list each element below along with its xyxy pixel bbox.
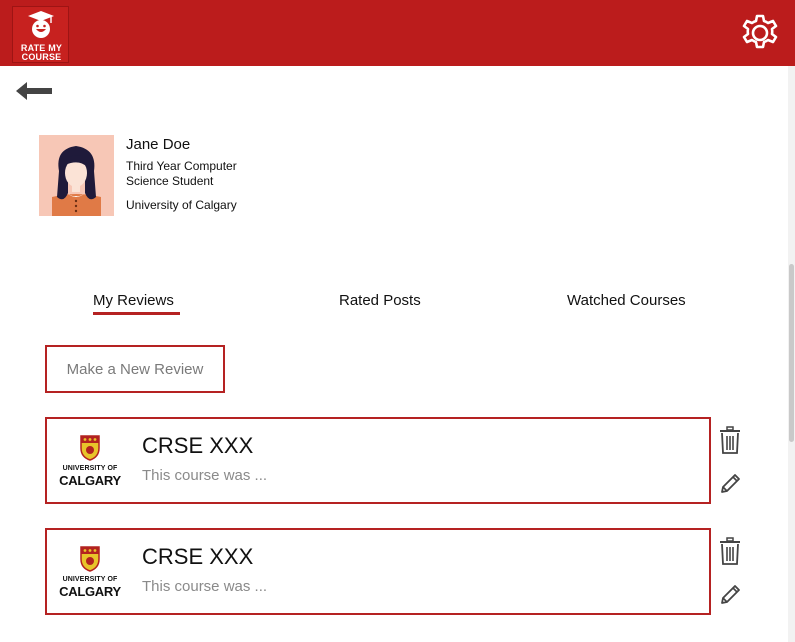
pencil-icon[interactable] — [719, 582, 743, 606]
active-tab-indicator — [93, 312, 180, 315]
avatar — [39, 135, 114, 216]
course-code: CRSE XXX — [142, 544, 254, 569]
trash-icon[interactable] — [719, 537, 741, 565]
gear-icon[interactable] — [738, 11, 782, 55]
tab-rated-posts[interactable]: Rated Posts — [339, 292, 421, 309]
logo-text-line1: UNIVERSITY OF — [62, 465, 118, 472]
logo-text-line1: UNIVERSITY OF — [62, 576, 118, 583]
tab-my-reviews[interactable]: My Reviews — [93, 292, 174, 309]
university-of-calgary-logo: UNIVERSITY OF CALGARY — [57, 435, 123, 489]
profile-description: Third Year Computer Science Student — [126, 159, 237, 188]
review-snippet: This course was ... — [142, 467, 268, 484]
scrollbar-thumb[interactable] — [789, 264, 794, 442]
scrollbar[interactable] — [788, 66, 795, 642]
logo-text-line2: CALGARY — [59, 473, 121, 488]
pencil-icon[interactable] — [719, 471, 743, 495]
make-new-review-button[interactable]: Make a New Review — [45, 345, 225, 393]
logo-text-line2: CALGARY — [59, 584, 121, 599]
review-snippet: This course was ... — [142, 578, 268, 595]
review-card[interactable]: UNIVERSITY OF CALGARY CRSE XXX This cour… — [45, 417, 711, 504]
shield-icon — [80, 546, 100, 572]
university-of-calgary-logo: UNIVERSITY OF CALGARY — [57, 546, 123, 600]
trash-icon[interactable] — [719, 426, 741, 454]
profile-name: Jane Doe — [126, 136, 191, 153]
arrow-left-icon[interactable] — [14, 78, 54, 104]
review-card[interactable]: UNIVERSITY OF CALGARY CRSE XXX This cour… — [45, 528, 711, 615]
tab-watched-courses[interactable]: Watched Courses — [567, 292, 686, 309]
profile-university: University of Calgary — [126, 198, 237, 212]
top-bar: RATE MY COURSE — [0, 0, 795, 66]
shield-icon — [80, 435, 100, 461]
logo-text-line2: COURSE — [21, 52, 62, 62]
rate-my-course-logo[interactable]: RATE MY COURSE — [12, 6, 69, 63]
course-code: CRSE XXX — [142, 433, 254, 458]
graduation-cap-icon — [28, 11, 54, 38]
